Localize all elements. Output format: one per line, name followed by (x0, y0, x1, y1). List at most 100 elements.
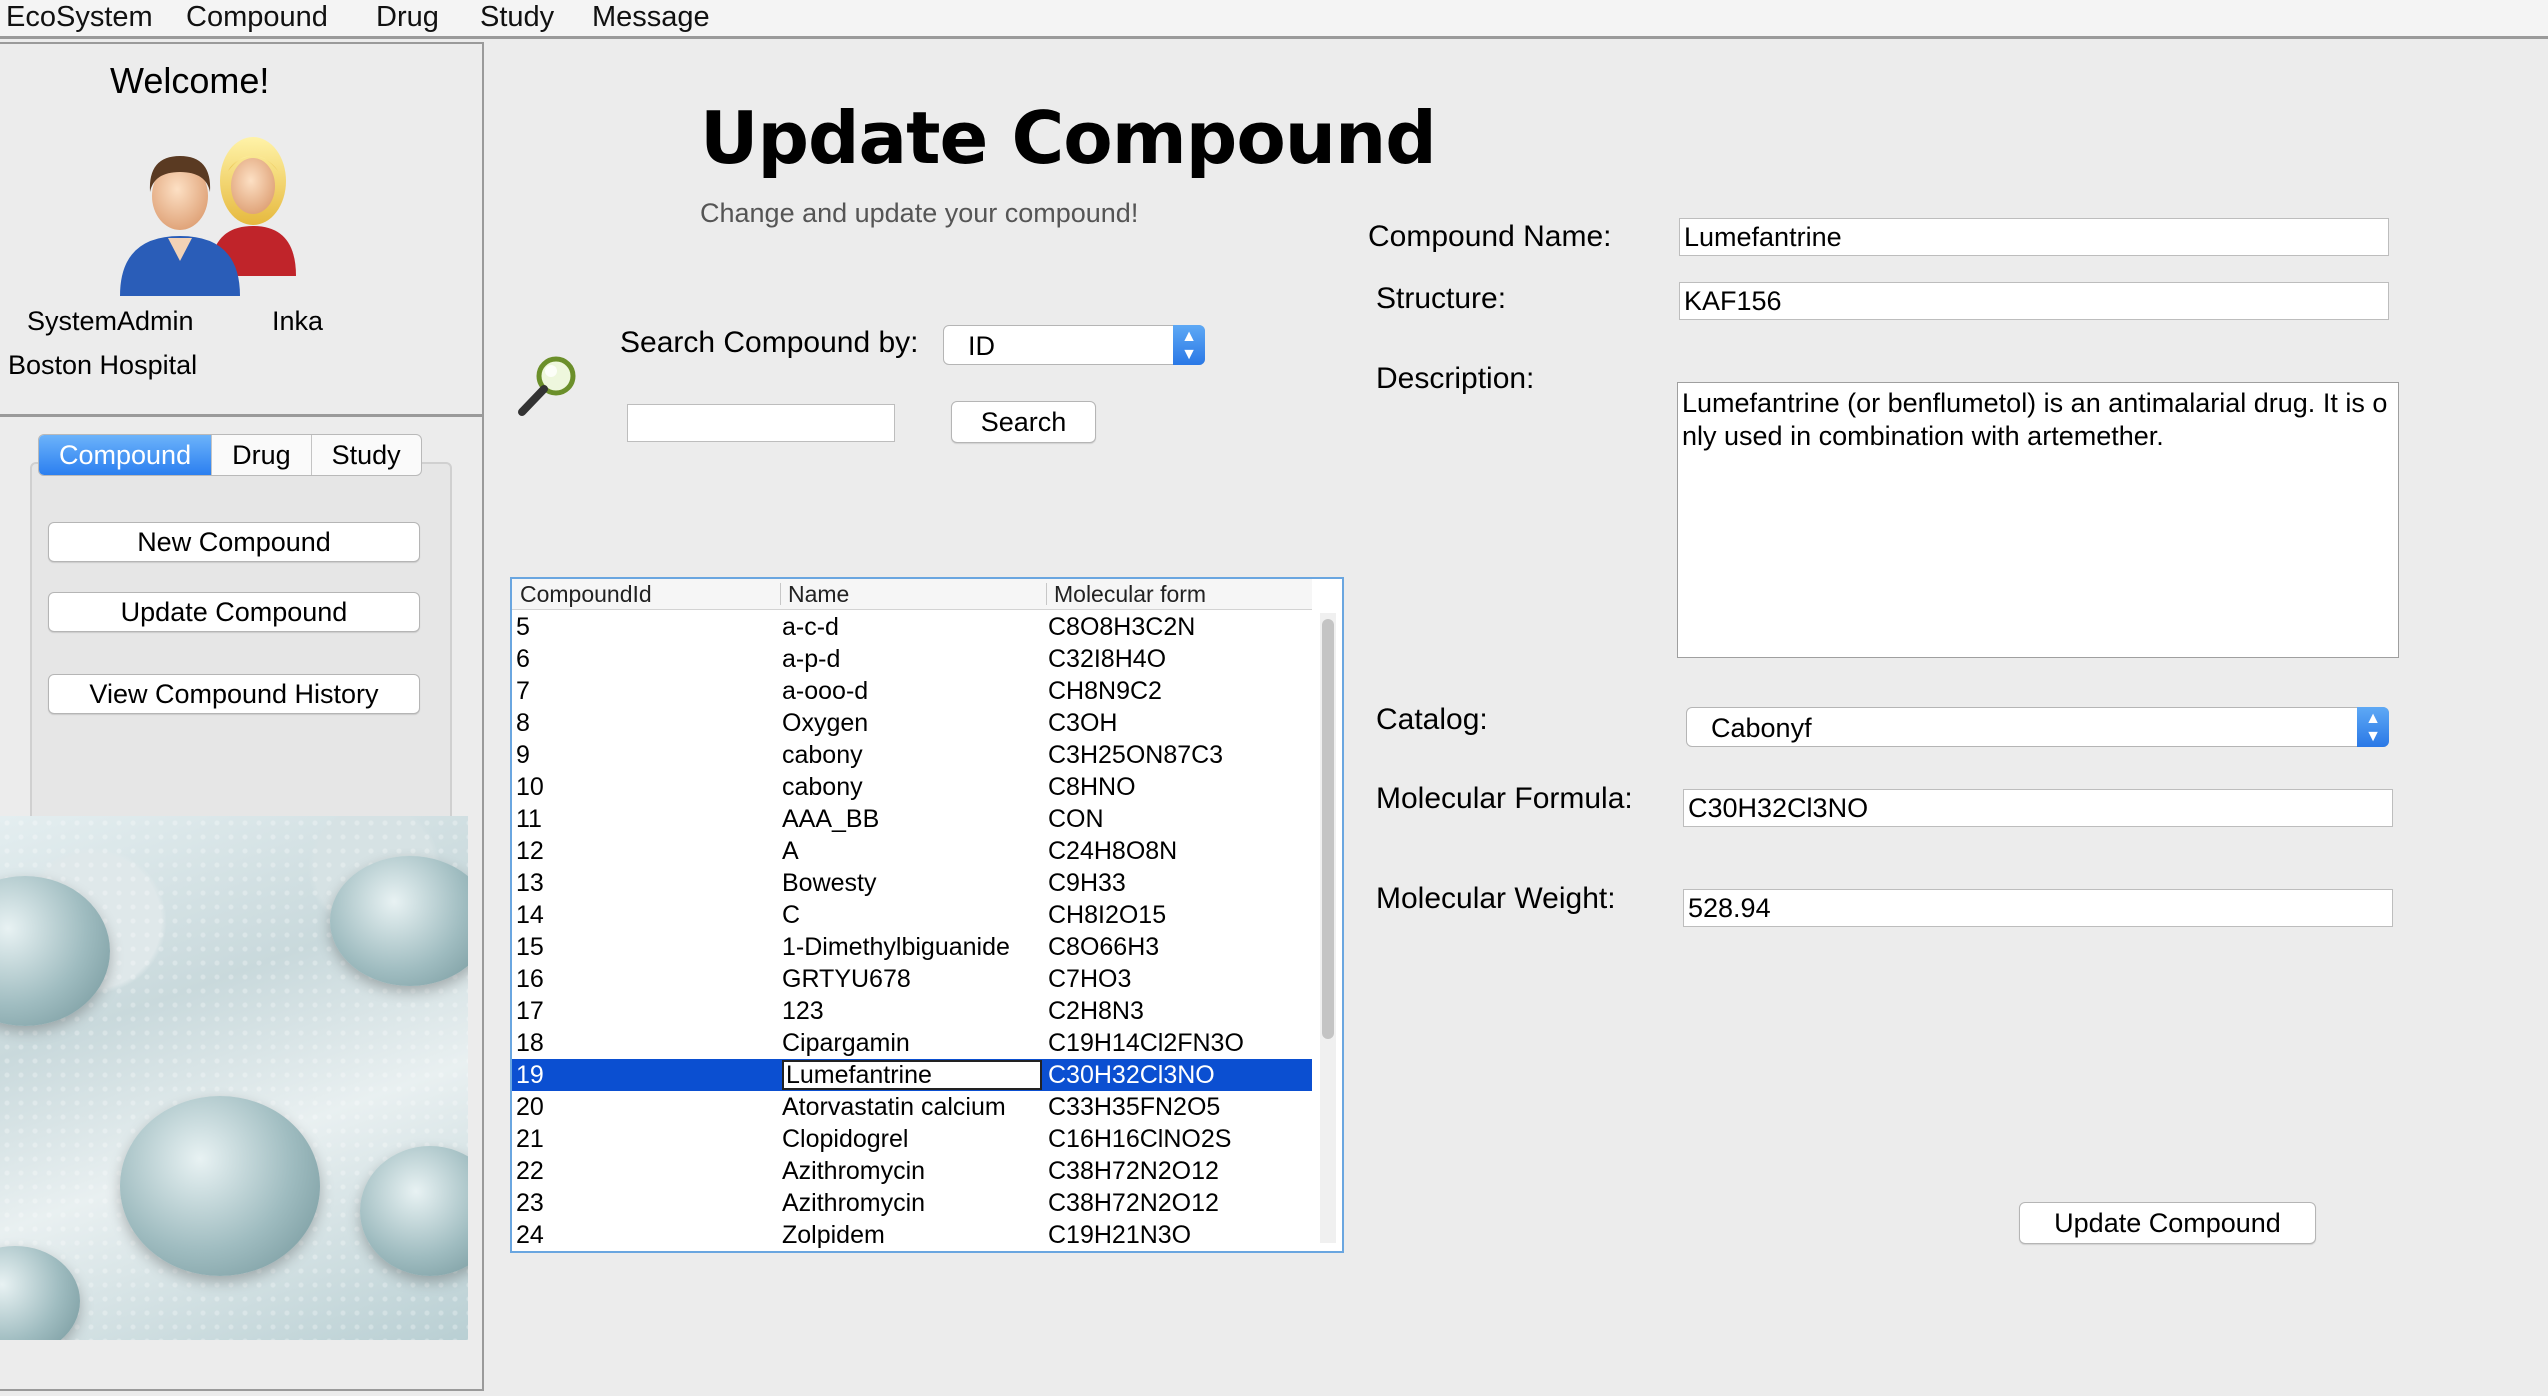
structure-label: Structure: (1376, 282, 1507, 315)
compound-name-label: Compound Name: (1368, 220, 1612, 253)
table-row[interactable]: 20 Atorvastatin calcium C33H35FN2O5 (512, 1091, 1312, 1123)
page-subtitle: Change and update your compound! (700, 198, 1139, 228)
table-row[interactable]: 6 a-p-d C32I8H4O (512, 643, 1312, 675)
table-row[interactable]: 13 Bowesty C9H33 (512, 867, 1312, 899)
search-button[interactable]: Search (951, 401, 1096, 443)
table-scroll-thumb[interactable] (1322, 619, 1334, 1039)
cell-id: 15 (516, 933, 544, 961)
cell-id: 10 (516, 773, 544, 801)
molecular-formula-field[interactable]: C30H32Cl3NO (1683, 789, 2393, 827)
tab-compound[interactable]: Compound (39, 435, 213, 475)
cell-formula: CON (1048, 805, 1104, 833)
table-row[interactable]: 11 AAA_BB CON (512, 803, 1312, 835)
update-compound-nav-button[interactable]: Update Compound (48, 592, 420, 632)
column-header-formula[interactable]: Molecular form (1054, 579, 1206, 609)
cell-name: C (782, 901, 801, 929)
view-compound-history-button[interactable]: View Compound History (48, 674, 420, 714)
cell-formula: CH8N9C2 (1048, 677, 1162, 705)
cell-id: 13 (516, 869, 544, 897)
users-avatar-icon (120, 137, 296, 296)
cell-name: cabony (782, 741, 863, 769)
cell-id: 23 (516, 1189, 544, 1217)
cell-id: 11 (516, 805, 542, 833)
catalog-value: Cabonyf (1711, 713, 1812, 743)
table-row[interactable]: 19 Lumefantrine C30H32Cl3NO (512, 1059, 1312, 1091)
molecular-weight-field[interactable]: 528.94 (1683, 889, 2393, 927)
cell-name: cabony (782, 773, 863, 801)
search-by-label: Search Compound by: (620, 326, 919, 359)
table-row[interactable]: 10 cabony C8HNO (512, 771, 1312, 803)
compound-name-field[interactable]: Lumefantrine (1679, 218, 2389, 256)
table-row[interactable]: 7 a-ooo-d CH8N9C2 (512, 675, 1312, 707)
menu-bar: EcoSystem Compound Drug Study Message (0, 0, 2548, 39)
cell-id: 22 (516, 1157, 544, 1185)
cell-formula: C8O66H3 (1048, 933, 1160, 961)
cell-id: 21 (516, 1125, 544, 1153)
table-row[interactable]: 15 1-Dimethylbiguanide C8O66H3 (512, 931, 1312, 963)
table-row[interactable]: 21 Clopidogrel C16H16ClNO2S (512, 1123, 1312, 1155)
compound-table[interactable]: CompoundId Name Molecular form 5 a-c-d C8O… (510, 577, 1344, 1253)
cell-formula: C32I8H4O (1048, 645, 1167, 673)
cell-formula: C3OH (1048, 709, 1118, 737)
cell-name: 123 (782, 997, 824, 1025)
table-row[interactable]: 14 C CH8I2O15 (512, 899, 1312, 931)
select-arrows-icon: ▲ ▼ (1173, 325, 1205, 365)
table-row[interactable]: 24 Zolpidem C19H21N3O (512, 1219, 1312, 1251)
cell-formula: C16H16ClNO2S (1048, 1125, 1232, 1153)
cell-name: Zolpidem (782, 1221, 885, 1249)
cell-formula: C30H32Cl3NO (1048, 1061, 1215, 1089)
menu-compound[interactable]: Compound (186, 0, 328, 34)
organization-name: Boston Hospital (8, 350, 198, 380)
menu-drug[interactable]: Drug (376, 0, 439, 34)
structure-field[interactable]: KAF156 (1679, 282, 2389, 320)
cell-name: Lumefantrine (782, 1060, 1042, 1090)
cell-formula: C9H33 (1048, 869, 1126, 897)
description-label: Description: (1376, 362, 1535, 395)
cell-id: 20 (516, 1093, 544, 1121)
menu-ecosystem[interactable]: EcoSystem (6, 0, 153, 34)
user-role: SystemAdmin (27, 306, 194, 336)
column-header-id[interactable]: CompoundId (520, 579, 652, 609)
cell-id: 6 (516, 645, 530, 673)
cell-formula: C33H35FN2O5 (1048, 1093, 1221, 1121)
cell-id: 17 (516, 997, 544, 1025)
cell-formula: C19H14Cl2FN3O (1048, 1029, 1244, 1057)
cell-id: 9 (516, 741, 530, 769)
select-arrows-icon: ▲ ▼ (2357, 707, 2389, 747)
column-header-name[interactable]: Name (788, 579, 849, 609)
cell-name: Oxygen (782, 709, 869, 737)
description-textarea[interactable]: Lumefantrine (or benflumetol) is an anti… (1677, 382, 2399, 658)
cell-id: 14 (516, 901, 544, 929)
sidebar-divider (0, 414, 484, 417)
cell-id: 8 (516, 709, 530, 737)
catalog-select[interactable]: Cabonyf ▲ ▼ (1686, 707, 2389, 747)
cell-name: 1-Dimethylbiguanide (782, 933, 1010, 961)
table-row[interactable]: 18 Cipargamin C19H14Cl2FN3O (512, 1027, 1312, 1059)
table-row[interactable]: 16 GRTYU678 C7HO3 (512, 963, 1312, 995)
menu-study[interactable]: Study (480, 0, 554, 34)
new-compound-button[interactable]: New Compound (48, 522, 420, 562)
cell-formula: C2H8N3 (1048, 997, 1144, 1025)
cell-name: Clopidogrel (782, 1125, 909, 1153)
search-by-select[interactable]: ID ▲ ▼ (943, 325, 1205, 365)
tab-drug[interactable]: Drug (212, 435, 312, 475)
cell-id: 12 (516, 837, 544, 865)
cell-name: Azithromycin (782, 1189, 926, 1217)
update-compound-button[interactable]: Update Compound (2019, 1202, 2316, 1244)
sidebar-tabs: Compound Drug Study (38, 434, 422, 476)
table-row[interactable]: 8 Oxygen C3OH (512, 707, 1312, 739)
table-row[interactable]: 5 a-c-d C8O8H3C2N (512, 611, 1312, 643)
table-row[interactable]: 17 123 C2H8N3 (512, 995, 1312, 1027)
menu-message[interactable]: Message (592, 0, 710, 34)
cell-id: 19 (516, 1061, 544, 1089)
cell-formula: C8HNO (1048, 773, 1136, 801)
tab-study[interactable]: Study (312, 435, 421, 475)
table-row[interactable]: 9 cabony C3H25ON87C3 (512, 739, 1312, 771)
search-input[interactable] (627, 404, 895, 442)
table-row[interactable]: 22 Azithromycin C38H72N2O12 (512, 1155, 1312, 1187)
cell-formula: C19H21N3O (1048, 1221, 1192, 1249)
table-row[interactable]: 23 Azithromycin C38H72N2O12 (512, 1187, 1312, 1219)
table-row[interactable]: 12 A C24H8O8N (512, 835, 1312, 867)
cell-name: Atorvastatin calcium (782, 1093, 1006, 1121)
table-header: CompoundId Name Molecular form (512, 579, 1312, 610)
